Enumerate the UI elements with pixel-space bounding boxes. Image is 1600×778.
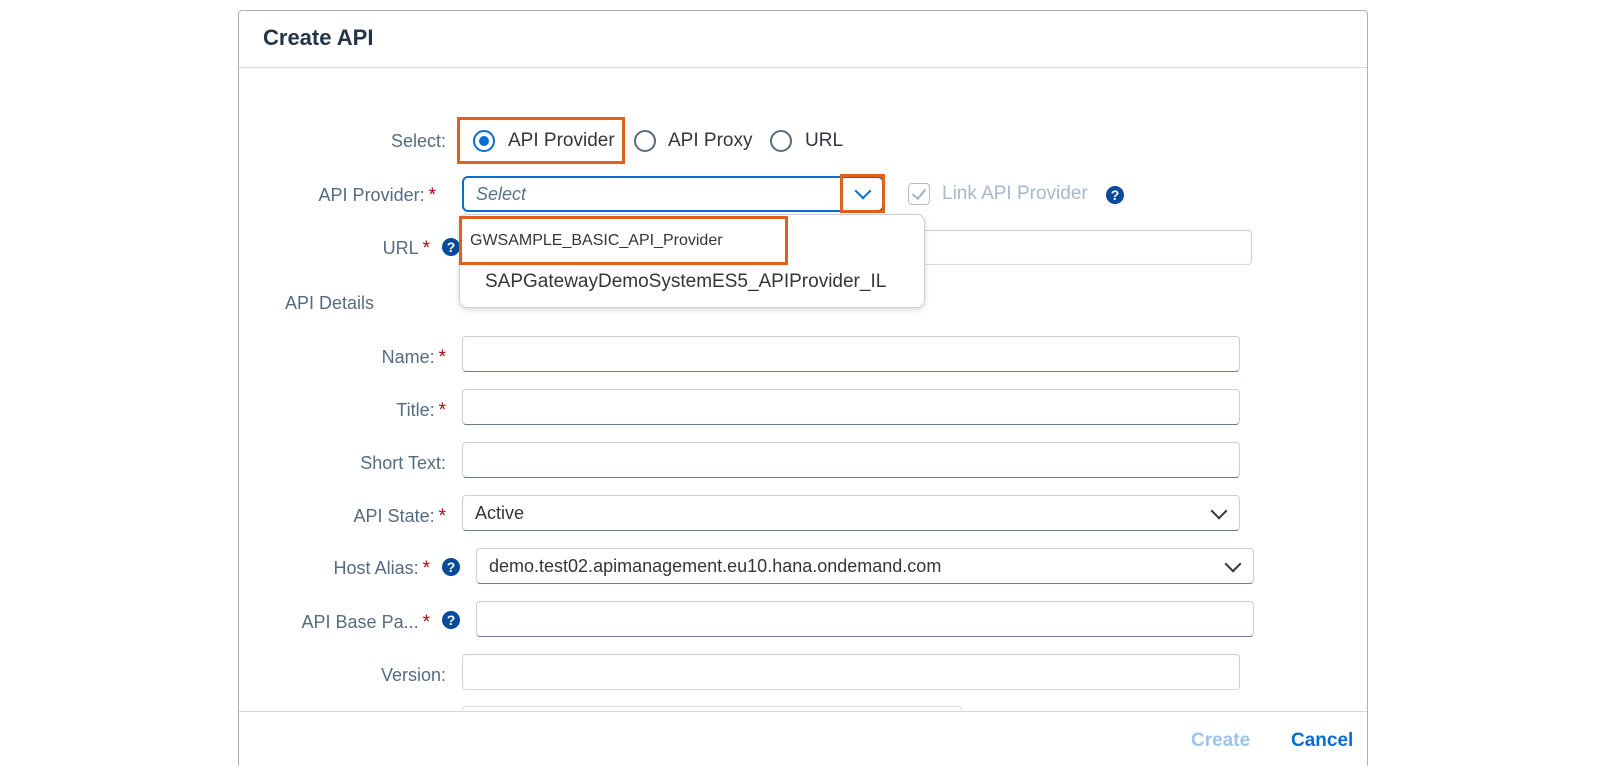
help-icon[interactable]: ? <box>442 558 460 576</box>
link-api-provider-label: Link API Provider <box>942 183 1088 204</box>
name-label: Name: * <box>356 347 446 369</box>
chevron-down-icon <box>1224 555 1242 573</box>
name-label-text: Name: <box>381 347 435 367</box>
dropdown-item-sapgateway[interactable]: SAPGatewayDemoSystemES5_APIProvider_IL <box>485 271 886 293</box>
dialog-title: Create API <box>263 25 374 50</box>
api-provider-label: API Provider: * <box>290 185 436 207</box>
chevron-down-icon <box>1210 502 1228 520</box>
link-api-provider-checkbox[interactable] <box>908 183 930 205</box>
api-state-value: Active <box>475 503 525 523</box>
help-icon[interactable]: ? <box>1106 186 1124 204</box>
required-marker: * <box>438 400 446 421</box>
url-input[interactable] <box>900 230 1252 265</box>
version-label: Version: <box>380 665 446 685</box>
help-icon[interactable]: ? <box>442 611 460 629</box>
api-state-label: API State: * <box>320 506 446 528</box>
api-provider-placeholder: Select <box>476 184 527 204</box>
url-radio[interactable] <box>770 130 792 152</box>
api-base-path-input[interactable] <box>476 601 1254 637</box>
title-label: Title: * <box>356 400 446 422</box>
api-state-label-text: API State: <box>353 506 435 526</box>
title-input[interactable] <box>462 389 1240 425</box>
required-marker: * <box>438 506 446 527</box>
select-label: Select: <box>390 131 446 151</box>
url-radio-label[interactable]: URL <box>805 130 843 152</box>
api-base-path-label: API Base Pa... * <box>284 612 430 634</box>
gwsample-item-highlight <box>459 216 788 265</box>
api-proxy-radio-label[interactable]: API Proxy <box>668 130 752 152</box>
host-alias-label: Host Alias: * <box>300 558 430 580</box>
name-input[interactable] <box>462 336 1240 372</box>
required-marker: * <box>428 185 436 206</box>
dialog-footer: Create Cancel <box>239 711 1367 768</box>
help-icon[interactable]: ? <box>442 238 460 256</box>
url-label: URL * <box>370 238 430 260</box>
required-marker: * <box>422 612 430 633</box>
dialog-header: Create API <box>239 11 1367 68</box>
cancel-button[interactable]: Cancel <box>1291 730 1353 752</box>
host-alias-select[interactable]: demo.test02.apimanagement.eu10.hana.onde… <box>476 548 1254 584</box>
required-marker: * <box>438 347 446 368</box>
url-label-text: URL <box>382 238 419 258</box>
short-text-label: Short Text: <box>360 453 446 473</box>
required-marker: * <box>422 238 430 259</box>
version-input[interactable] <box>462 654 1240 690</box>
api-base-path-label-text: API Base Pa... <box>301 612 419 632</box>
host-alias-label-text: Host Alias: <box>333 558 419 578</box>
create-button[interactable]: Create <box>1191 730 1250 752</box>
api-state-select[interactable]: Active <box>462 495 1240 531</box>
host-alias-value: demo.test02.apimanagement.eu10.hana.onde… <box>489 556 942 576</box>
api-proxy-radio[interactable] <box>634 130 656 152</box>
api-provider-select[interactable]: Select <box>462 176 884 212</box>
title-label-text: Title: <box>396 400 435 420</box>
short-text-input[interactable] <box>462 442 1240 478</box>
api-provider-radio[interactable] <box>473 130 495 152</box>
api-provider-radio-label[interactable]: API Provider <box>508 130 615 152</box>
required-marker: * <box>422 558 430 579</box>
api-provider-label-text: API Provider: <box>318 185 425 205</box>
api-details-section-title: API Details <box>285 293 375 313</box>
